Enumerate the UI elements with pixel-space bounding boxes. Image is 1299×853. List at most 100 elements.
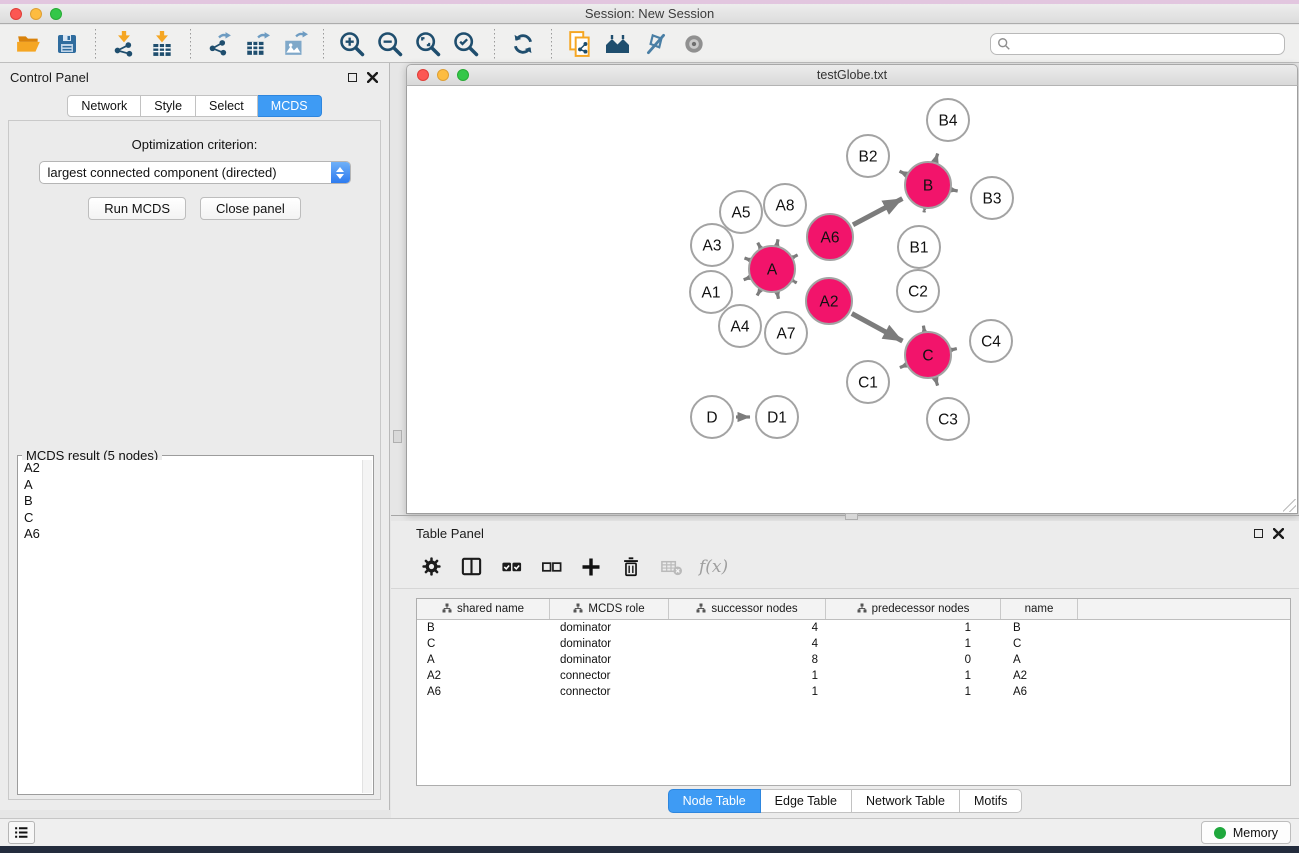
zoom-selected-icon[interactable] (451, 29, 481, 59)
table-cell[interactable]: A (417, 654, 550, 666)
mcds-result-item[interactable]: A6 (19, 526, 361, 543)
table-cell[interactable]: 0 (826, 654, 1001, 666)
table-cell[interactable]: 1 (826, 686, 1001, 698)
delete-table-icon[interactable] (656, 552, 686, 582)
graph-edge-C-C4[interactable] (953, 349, 956, 350)
network-view-window[interactable]: testGlobe.txt AA1A2A3A4A5A6A7A8BB1B2B3B4… (406, 64, 1298, 514)
zoom-out-icon[interactable] (375, 29, 405, 59)
graph-edge-A-A6[interactable] (795, 255, 798, 257)
refresh-layout-icon[interactable] (508, 29, 538, 59)
column-header-predecessor-nodes[interactable]: predecessor nodes (826, 599, 1001, 619)
graph-edge-A-A7[interactable] (778, 294, 779, 298)
table-row[interactable]: Bdominator41B (417, 620, 1290, 636)
graph-edge-C-C3[interactable] (936, 380, 938, 386)
table-cell[interactable]: A2 (1001, 670, 1078, 682)
task-history-button[interactable] (8, 821, 35, 844)
column-header-mcds-role[interactable]: MCDS role (550, 599, 669, 619)
graph-edge-C-C1[interactable] (900, 366, 904, 368)
hide-annotations-icon[interactable] (641, 29, 671, 59)
horizontal-split-thumb[interactable] (845, 513, 858, 520)
column-header-name[interactable]: name (1001, 599, 1078, 619)
network-graph[interactable]: AA1A2A3A4A5A6A7A8BB1B2B3B4CC1C2C3C4DD1 (407, 86, 1297, 513)
import-network-icon[interactable] (109, 29, 139, 59)
result-list-scrollbar[interactable] (362, 460, 372, 793)
birds-eye-view-icon[interactable] (679, 29, 709, 59)
table-cell[interactable]: connector (550, 670, 669, 682)
zoom-fit-icon[interactable] (413, 29, 443, 59)
mcds-result-list[interactable]: A2ABCA6 (19, 460, 361, 793)
close-panel-icon[interactable] (365, 70, 379, 84)
table-cell[interactable]: 8 (669, 654, 826, 666)
graph-edge-A-A3[interactable] (745, 258, 748, 259)
graph-edge-A6-B[interactable] (853, 199, 902, 225)
open-app-store-icon[interactable] (603, 29, 633, 59)
select-all-rows-icon[interactable] (496, 552, 526, 582)
export-table-icon[interactable] (242, 29, 272, 59)
table-row[interactable]: A6connector11A6 (417, 684, 1290, 700)
main-titlebar[interactable]: Session: New Session (0, 4, 1299, 24)
table-row[interactable]: Cdominator41C (417, 636, 1290, 652)
table-cell[interactable]: A6 (417, 686, 550, 698)
network-canvas[interactable]: AA1A2A3A4A5A6A7A8BB1B2B3B4CC1C2C3C4DD1 (406, 86, 1298, 514)
table-close-icon[interactable] (1271, 526, 1285, 540)
criterion-select[interactable]: largest connected component (directed) (39, 161, 351, 184)
table-cell[interactable]: C (417, 638, 550, 650)
tab-network-table[interactable]: Network Table (852, 789, 960, 813)
graph-edge-A2-C[interactable] (852, 314, 903, 342)
graph-edge-B-B2[interactable] (900, 171, 905, 174)
node-table[interactable]: shared nameMCDS rolesuccessor nodesprede… (416, 598, 1291, 786)
table-cell[interactable]: 1 (826, 622, 1001, 634)
graph-edge-A-A2[interactable] (795, 282, 797, 283)
graph-edge-A-A1[interactable] (744, 278, 748, 280)
close-panel-button[interactable]: Close panel (200, 197, 301, 220)
table-cell[interactable]: dominator (550, 654, 669, 666)
table-cell[interactable]: 4 (669, 622, 826, 634)
column-header-successor-nodes[interactable]: successor nodes (669, 599, 826, 619)
table-cell[interactable]: A6 (1001, 686, 1078, 698)
table-cell[interactable]: 1 (826, 670, 1001, 682)
window-resize-grip[interactable] (1283, 499, 1296, 512)
table-row[interactable]: A2connector11A2 (417, 668, 1290, 684)
mcds-result-item[interactable]: B (19, 493, 361, 510)
table-cell[interactable]: C (1001, 638, 1078, 650)
show-columns-icon[interactable] (456, 552, 486, 582)
mcds-result-item[interactable]: A2 (19, 460, 361, 477)
memory-button[interactable]: Memory (1201, 821, 1291, 844)
export-image-icon[interactable] (280, 29, 310, 59)
function-builder-icon[interactable]: f(x) (699, 557, 728, 577)
network-window-titlebar[interactable]: testGlobe.txt (406, 64, 1298, 86)
tab-style[interactable]: Style (141, 95, 196, 117)
mcds-result-item[interactable]: C (19, 510, 361, 527)
tab-select[interactable]: Select (196, 95, 258, 117)
open-session-icon[interactable] (14, 29, 44, 59)
table-cell[interactable]: 1 (826, 638, 1001, 650)
vertical-split-thumb[interactable] (393, 430, 402, 443)
table-cell[interactable]: A (1001, 654, 1078, 666)
zoom-in-icon[interactable] (337, 29, 367, 59)
tab-edge-table[interactable]: Edge Table (761, 789, 852, 813)
table-cell[interactable]: A2 (417, 670, 550, 682)
table-row[interactable]: Adominator80A (417, 652, 1290, 668)
add-column-icon[interactable] (576, 552, 606, 582)
graph-edge-B-B3[interactable] (954, 190, 958, 191)
table-cell[interactable]: 1 (669, 670, 826, 682)
graph-edge-A-A8[interactable] (777, 239, 778, 243)
table-cell[interactable]: 1 (669, 686, 826, 698)
tab-mcds[interactable]: MCDS (258, 95, 322, 117)
graph-edge-A-A4[interactable] (757, 292, 759, 296)
tab-motifs[interactable]: Motifs (960, 789, 1022, 813)
tab-node-table[interactable]: Node Table (668, 789, 761, 813)
graph-edge-B-B4[interactable] (936, 154, 938, 161)
delete-columns-icon[interactable] (616, 552, 646, 582)
table-options-gear-icon[interactable] (416, 552, 446, 582)
deselect-all-rows-icon[interactable] (536, 552, 566, 582)
table-cell[interactable]: dominator (550, 638, 669, 650)
run-mcds-button[interactable]: Run MCDS (88, 197, 186, 220)
table-cell[interactable]: 4 (669, 638, 826, 650)
table-cell[interactable]: dominator (550, 622, 669, 634)
table-cell[interactable]: B (417, 622, 550, 634)
tab-network[interactable]: Network (67, 95, 141, 117)
export-network-icon[interactable] (204, 29, 234, 59)
mcds-result-item[interactable]: A (19, 477, 361, 494)
graph-edge-C-C2[interactable] (923, 326, 924, 330)
